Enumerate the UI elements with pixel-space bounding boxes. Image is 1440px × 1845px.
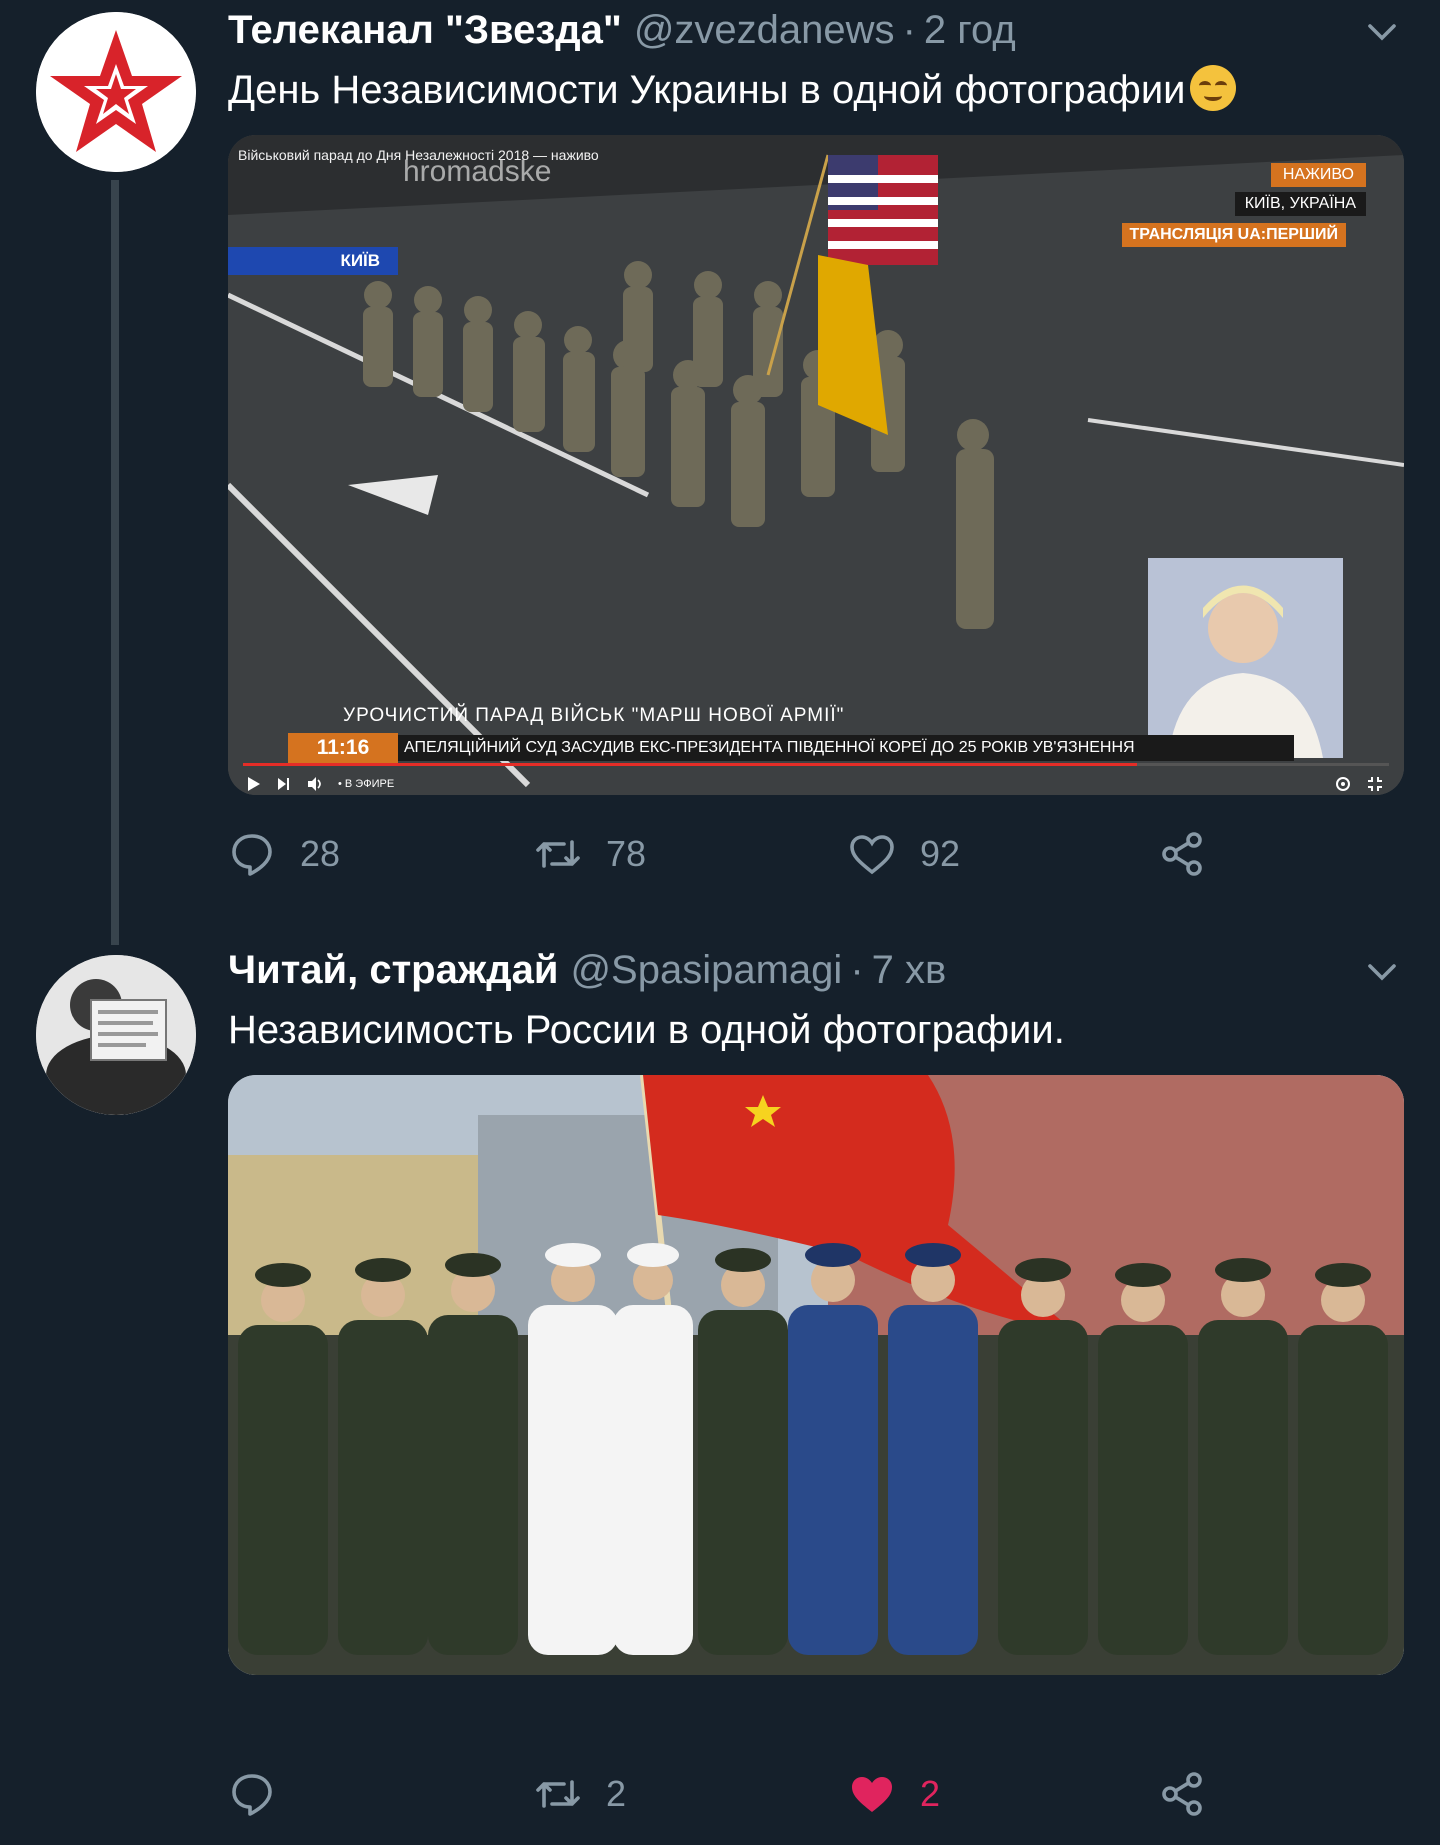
retweet-button[interactable]: 78 xyxy=(534,824,646,884)
tweet-header: Телеканал "Звезда" @zvezdanews · 2 год xyxy=(228,0,1400,60)
separator-dot: · xyxy=(850,947,864,992)
avatar-photo xyxy=(36,955,196,1115)
tweet-text: Независимость России в одной фотографии. xyxy=(228,1008,1065,1052)
tweet-video[interactable]: Військовий парад до Дня Незалежності 201… xyxy=(228,135,1404,795)
player-controls: • В ЭФИРЕ xyxy=(246,773,394,795)
chevron-down-icon[interactable] xyxy=(1364,14,1400,50)
avatar[interactable] xyxy=(36,955,196,1115)
relieved-face-emoji xyxy=(1189,65,1236,111)
avatar[interactable] xyxy=(36,12,196,172)
heart-filled-icon xyxy=(852,1777,892,1812)
video-progress-fill xyxy=(243,763,1137,766)
tweet-time[interactable]: 2 год xyxy=(924,8,1016,53)
play-icon[interactable] xyxy=(246,775,262,793)
next-icon[interactable] xyxy=(276,775,292,793)
reply-count: 28 xyxy=(300,833,341,874)
like-count: 2 xyxy=(920,1773,941,1814)
broadcast-clock: 11:16 xyxy=(288,733,398,763)
retweet-button[interactable]: 2 xyxy=(534,1764,626,1824)
retweet-count: 78 xyxy=(606,833,647,874)
share-button[interactable] xyxy=(1158,1764,1230,1824)
sign-language-interpreter xyxy=(1148,558,1343,758)
player-controls-right xyxy=(1334,773,1384,795)
retweet-icon xyxy=(536,840,580,868)
author-name[interactable]: Читай, страждай xyxy=(228,948,558,993)
volume-icon[interactable] xyxy=(306,775,324,793)
parade-photo xyxy=(228,1075,1404,1675)
tweet-photo[interactable] xyxy=(228,1075,1404,1675)
exit-fullscreen-icon[interactable] xyxy=(1366,775,1384,793)
author-handle[interactable]: @Spasipamagi xyxy=(570,948,842,993)
zvezda-logo xyxy=(36,12,196,172)
author-name[interactable]: Телеканал "Звезда" xyxy=(228,8,622,53)
separator-dot: · xyxy=(902,7,916,52)
news-ticker: АПЕЛЯЦІЙНИЙ СУД ЗАСУДИВ ЕКС-ПРЕЗИДЕНТА П… xyxy=(398,735,1294,761)
share-icon xyxy=(1162,832,1202,876)
channel-watermark: hromadske xyxy=(403,155,552,188)
reply-icon xyxy=(232,1774,272,1816)
reply-button[interactable]: 28 xyxy=(228,824,340,884)
broadcast-badge: ТРАНСЛЯЦІЯ UA:ПЕРШИЙ xyxy=(1121,223,1346,247)
reply-button[interactable] xyxy=(228,1764,300,1824)
like-count: 92 xyxy=(920,833,961,874)
share-button[interactable] xyxy=(1158,824,1230,884)
tweet-header: Читай, страждай @Spasipamagi · 7 хв xyxy=(228,940,1400,1000)
lower-third-caption: УРОЧИСТИЙ ПАРАД ВІЙСЬК "МАРШ НОВОЇ АРМІЇ… xyxy=(343,705,845,726)
tweet-time[interactable]: 7 хв xyxy=(872,948,947,993)
author-handle[interactable]: @zvezdanews xyxy=(634,8,895,53)
thread-line xyxy=(111,180,119,945)
location-badge: КИЇВ, УКРАЇНА xyxy=(1234,192,1366,216)
heart-icon xyxy=(850,835,894,875)
tweet[interactable]: Читай, страждай @Spasipamagi · 7 хв Неза… xyxy=(0,940,1440,1845)
chevron-down-icon[interactable] xyxy=(1364,954,1400,990)
city-badge: КИЇВ xyxy=(228,247,398,275)
retweet-count: 2 xyxy=(606,1773,627,1814)
live-badge: НАЖИВО xyxy=(1270,163,1366,187)
like-button[interactable]: 92 xyxy=(848,824,960,884)
tweet[interactable]: Телеканал "Звезда" @zvezdanews · 2 год Д… xyxy=(0,0,1440,945)
retweet-icon xyxy=(536,1780,580,1808)
tweet-actions: 28 78 92 xyxy=(228,824,1400,884)
reply-icon xyxy=(232,834,272,876)
settings-icon[interactable] xyxy=(1334,775,1352,793)
share-icon xyxy=(1162,1772,1202,1816)
like-button[interactable]: 2 xyxy=(848,1764,940,1824)
live-status: • В ЭФИРЕ xyxy=(338,778,395,790)
video-progress-bar[interactable] xyxy=(243,763,1389,766)
tweet-actions: 2 2 xyxy=(228,1764,1400,1824)
tweet-text: День Независимости Украины в одной фотог… xyxy=(228,60,1400,120)
